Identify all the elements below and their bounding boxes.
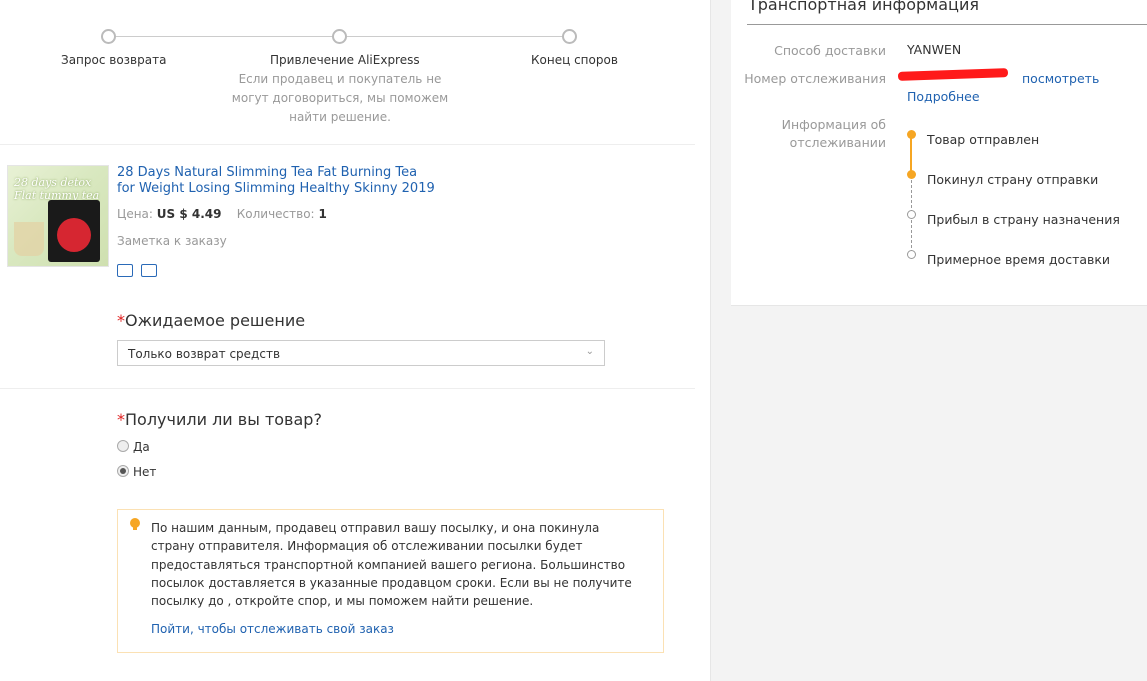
timeline-dot-shipped — [907, 130, 916, 139]
step-dot-request — [101, 29, 116, 44]
lightbulb-icon — [130, 518, 140, 530]
radio-label-no: Нет — [133, 465, 157, 479]
more-details-link[interactable]: Подробнее — [907, 89, 980, 104]
view-tracking-link[interactable]: посмотреть — [1022, 71, 1099, 86]
solution-selected-value: Только возврат средств — [128, 347, 281, 361]
timeline-dot-arrived — [907, 210, 916, 219]
order-note[interactable]: Заметка к заказу — [117, 234, 227, 248]
product-image-caption: 28 days detox Flat tummy tea — [14, 176, 100, 202]
tea-package-graphic — [48, 200, 100, 262]
timeline-dot-left-country — [907, 170, 916, 179]
step-dot-aliexpress — [332, 29, 347, 44]
timeline-segment-pending — [911, 180, 912, 258]
timeline-label-shipped: Товар отправлен — [927, 132, 1040, 147]
product-image[interactable]: 28 days detox Flat tummy tea — [7, 165, 109, 267]
product-title-link[interactable]: 28 Days Natural Slimming Tea Fat Burning… — [117, 165, 437, 197]
step-label-aliexpress: Привлечение AliExpress — [270, 53, 420, 67]
divider — [0, 388, 695, 389]
step-dot-end — [562, 29, 577, 44]
divider — [0, 144, 695, 145]
track-order-link[interactable]: Пойти, чтобы отслеживать свой заказ — [151, 622, 394, 636]
radio-circle[interactable] — [117, 440, 129, 452]
snapshot-icon[interactable] — [141, 264, 157, 277]
radio-received-no[interactable]: Нет — [117, 465, 156, 479]
shipping-notice-box: По нашим данным, продавец отправил вашу … — [117, 509, 664, 653]
price-label: Цена: — [117, 207, 153, 221]
shipping-method-label: Способ доставки — [774, 43, 886, 58]
required-asterisk: * — [117, 410, 125, 429]
radio-circle-checked[interactable] — [117, 465, 129, 477]
solution-select[interactable]: Только возврат средств ⌄ — [117, 340, 605, 366]
tracking-number-label: Номер отслеживания — [744, 71, 886, 86]
tea-cup-graphic — [14, 222, 44, 256]
quantity-value: 1 — [318, 207, 327, 221]
step-description: Если продавец и покупатель не могут дого… — [231, 72, 449, 124]
price-value: US $ 4.49 — [156, 207, 222, 221]
shipping-truck-icon[interactable] — [117, 264, 133, 277]
shipping-info-panel: Транспортная информация Способ доставки … — [731, 0, 1147, 306]
redacted-tracking-number — [897, 68, 1009, 81]
received-heading: *Получили ли вы товар? — [117, 410, 322, 429]
shipping-method-value: YANWEN — [907, 42, 962, 57]
solution-title: Ожидаемое решение — [125, 311, 306, 330]
step-label-request: Запрос возврата — [61, 53, 167, 67]
price-row: Цена: US $ 4.49 Количество: 1 — [117, 207, 327, 221]
chevron-down-icon: ⌄ — [585, 346, 594, 357]
timeline-label-left-country: Покинул страну отправки — [927, 172, 1099, 187]
solution-heading: *Ожидаемое решение — [117, 311, 305, 330]
quantity-label: Количество: — [236, 207, 315, 221]
radio-received-yes[interactable]: Да — [117, 440, 150, 454]
dispute-form-panel: Запрос возврата Привлечение AliExpress К… — [0, 0, 711, 681]
tracking-info-label: Информация об отслеживании — [781, 117, 886, 150]
required-asterisk: * — [117, 311, 125, 330]
step-label-end: Конец споров — [531, 53, 618, 67]
received-title: Получили ли вы товар? — [125, 410, 322, 429]
radio-label-yes: Да — [133, 440, 150, 454]
notice-text: По нашим данным, продавец отправил вашу … — [151, 521, 632, 609]
timeline-label-arrived: Прибыл в страну назначения — [927, 212, 1120, 227]
title-underline — [747, 24, 1147, 25]
shipping-info-title: Транспортная информация — [748, 0, 979, 14]
timeline-label-eta: Примерное время доставки — [927, 252, 1111, 267]
product-actions — [117, 262, 165, 281]
timeline-dot-eta — [907, 250, 916, 259]
